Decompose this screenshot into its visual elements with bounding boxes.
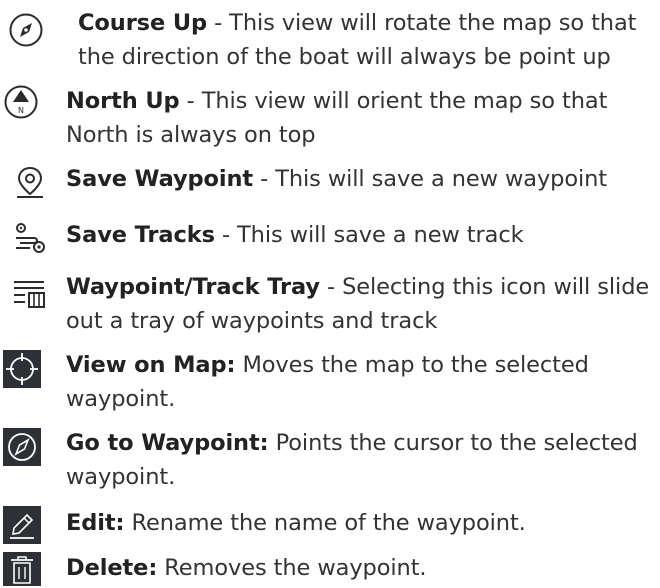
legend-description-continued: waypoint. — [66, 386, 176, 412]
legend-description: - This view will rotate the map so that — [207, 10, 637, 36]
legend-description-continued: North is always on top — [66, 122, 316, 148]
pencil-icon — [3, 506, 41, 544]
compass-outline-icon — [8, 12, 44, 48]
crosshair-icon — [3, 350, 41, 388]
north-letter: N — [18, 106, 24, 115]
legend-term: Go to Waypoint: — [66, 430, 269, 456]
legend-term: Save Waypoint — [66, 166, 254, 192]
legend-term: Course Up — [78, 10, 208, 36]
legend-term: View on Map: — [66, 352, 236, 378]
legend-description: Points the cursor to the selected — [268, 430, 638, 456]
legend-term: Edit: — [66, 510, 125, 536]
legend-term: Save Tracks — [66, 222, 215, 248]
legend-term: Delete: — [66, 555, 158, 581]
legend-description: - Selecting this icon will slide — [319, 274, 650, 300]
legend-description-continued: the direction of the boat will always be… — [78, 44, 611, 70]
location-pin-icon — [12, 164, 48, 200]
legend-term: Waypoint/Track Tray — [66, 274, 320, 300]
legend-description: Removes the waypoint. — [157, 555, 427, 581]
icon-legend: Course Up - This view will rotate the ma… — [0, 0, 660, 588]
legend-description: Rename the name of the waypoint. — [124, 510, 526, 536]
tray-list-icon — [12, 276, 48, 312]
trash-icon — [3, 552, 41, 586]
compass-dark-icon — [3, 428, 41, 466]
route-track-icon — [12, 220, 48, 256]
north-arrow-icon: N — [3, 84, 39, 120]
legend-term: North Up — [66, 88, 180, 114]
legend-description: - This will save a new track — [214, 222, 524, 248]
legend-description: - This view will orient the map so that — [179, 88, 608, 114]
legend-description: - This will save a new waypoint — [253, 166, 608, 192]
legend-description-continued: waypoint. — [66, 464, 176, 490]
legend-description-continued: out a tray of waypoints and track — [66, 308, 438, 334]
legend-description: Moves the map to the selected — [235, 352, 589, 378]
